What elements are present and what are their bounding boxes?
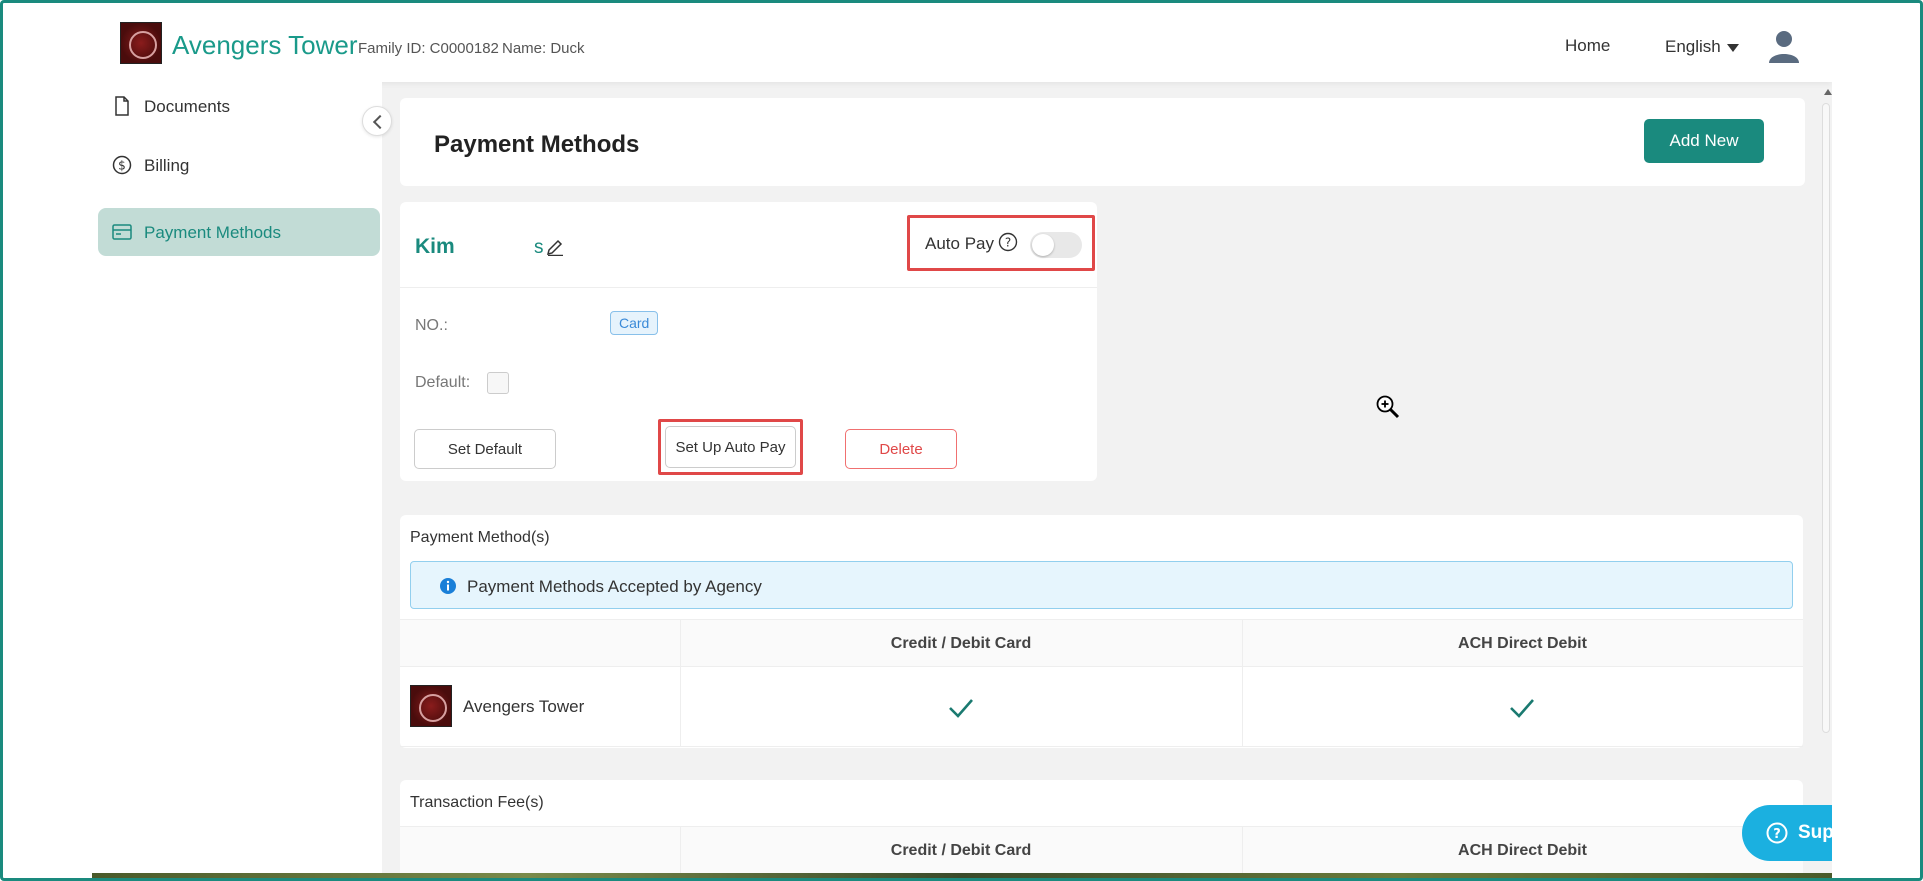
agency-name: Avengers Tower (463, 697, 585, 716)
zoom-in-cursor-icon (1376, 395, 1400, 419)
family-name: Name: Duck (502, 40, 585, 57)
table-header: Credit / Debit Card ACH Direct Debit (400, 826, 1803, 874)
language-label: English (1665, 37, 1721, 56)
auto-pay-toggle[interactable] (1030, 232, 1082, 258)
column-header: Credit / Debit Card (890, 842, 1032, 859)
card-divider (400, 287, 1097, 288)
agency-logo (410, 685, 452, 727)
card-number-label: NO.: (415, 317, 448, 334)
section-title: Payment Method(s) (410, 529, 550, 546)
sidebar-item-payment-methods[interactable]: Payment Methods (98, 208, 380, 256)
add-new-button[interactable]: Add New (1644, 119, 1764, 163)
family-id: Family ID: C0000182 (358, 40, 499, 57)
sidebar-item-label: Documents (144, 97, 230, 116)
check-icon (1510, 699, 1534, 718)
default-label: Default: (415, 374, 471, 391)
sidebar-item-label: Billing (144, 156, 190, 175)
column-header: ACH Direct Debit (1458, 842, 1587, 859)
set-up-auto-pay-highlight: Set Up Auto Pay (658, 419, 803, 475)
scroll-up-arrow-icon[interactable] (1824, 89, 1832, 95)
brand-logo (120, 22, 162, 64)
sidebar-item-label: Payment Methods (144, 223, 282, 242)
top-header: Avengers Tower Family ID: C0000182 Name:… (92, 3, 1832, 82)
app-window: Avengers Tower Family ID: C0000182 Name:… (92, 3, 1832, 876)
delete-button[interactable]: Delete (845, 429, 957, 469)
table-header: Credit / Debit Card ACH Direct Debit (400, 619, 1803, 667)
table-row: Avengers Tower (400, 667, 1803, 747)
desktop-background-strip (92, 873, 1832, 878)
default-checkbox[interactable] (487, 372, 509, 394)
column-header: Credit / Debit Card (890, 635, 1032, 652)
method-holder-name-tail: s (534, 237, 544, 258)
column-divider (1242, 826, 1243, 876)
page-title: Payment Methods (434, 131, 640, 158)
help-icon[interactable]: ? (998, 232, 1018, 252)
credit-card-icon (112, 224, 132, 240)
info-alert: Payment Methods Accepted by Agency (410, 561, 1793, 609)
payment-methods-section: Payment Method(s) Payment Methods Accept… (400, 515, 1803, 748)
support-button[interactable]: ? Support (1742, 805, 1832, 861)
page-header-card: Payment Methods Add New (400, 98, 1805, 186)
auto-pay-label: Auto Pay (925, 234, 994, 253)
column-header: ACH Direct Debit (1458, 635, 1587, 652)
info-text: Payment Methods Accepted by Agency (467, 577, 762, 596)
scrollbar[interactable] (1822, 103, 1830, 733)
check-icon (949, 699, 973, 718)
svg-text:$: $ (118, 159, 126, 173)
section-title: Transaction Fee(s) (410, 794, 544, 811)
nav-home-link[interactable]: Home (1565, 36, 1610, 56)
set-default-button[interactable]: Set Default (414, 429, 556, 469)
sidebar-item-documents[interactable]: Documents (98, 82, 380, 130)
edit-icon[interactable] (546, 236, 564, 256)
user-avatar-icon[interactable] (1767, 29, 1801, 63)
method-holder-name: Kim (415, 235, 455, 258)
language-selector[interactable]: English (1665, 37, 1739, 57)
collapse-sidebar-button[interactable] (362, 106, 392, 136)
sidebar-item-billing[interactable]: $ Billing (98, 141, 380, 189)
payment-method-card: Kim s Auto Pay ? NO.: Card Default: Set … (400, 202, 1097, 481)
svg-text:?: ? (1773, 827, 1781, 842)
support-label: Support (1798, 822, 1832, 843)
svg-text:?: ? (1005, 236, 1011, 250)
column-divider (680, 826, 681, 876)
sidebar: Documents $ Billing Payment Methods (92, 82, 382, 876)
info-icon (440, 578, 456, 594)
help-circle-icon: ? (1766, 822, 1788, 844)
method-type-badge: Card (610, 311, 659, 335)
dollar-circle-icon: $ (112, 155, 132, 175)
auto-pay-highlight: Auto Pay ? (907, 215, 1095, 271)
caret-down-icon (1726, 43, 1739, 52)
document-icon (115, 96, 129, 116)
brand-name: Avengers Tower (172, 30, 358, 60)
transaction-fees-section: Transaction Fee(s) Credit / Debit Card A… (400, 780, 1803, 876)
set-up-auto-pay-button[interactable]: Set Up Auto Pay (665, 426, 796, 468)
